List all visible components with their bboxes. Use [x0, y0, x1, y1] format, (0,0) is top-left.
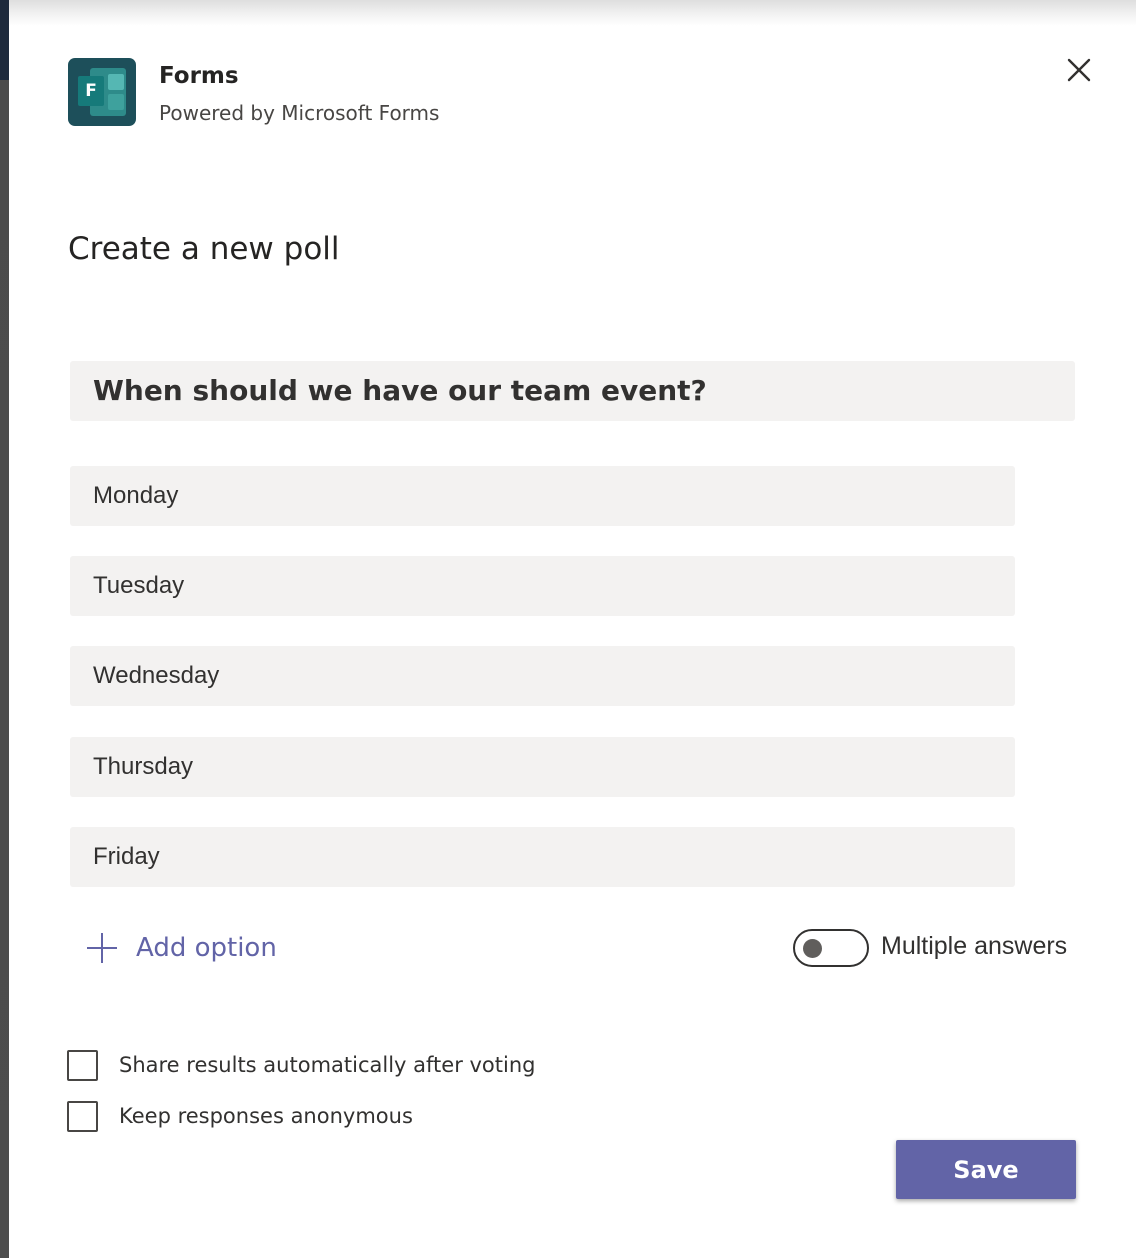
anonymous-label: Keep responses anonymous	[119, 1104, 413, 1128]
share-results-label: Share results automatically after voting	[119, 1053, 536, 1077]
microsoft-forms-icon: F	[68, 58, 136, 126]
toggle-knob	[803, 939, 822, 958]
background-window-edge	[0, 0, 9, 1258]
add-option-button[interactable]: Add option	[86, 930, 277, 966]
option-input-5[interactable]: Friday	[70, 827, 1015, 887]
plus-icon	[87, 933, 117, 963]
option-input-2[interactable]: Tuesday	[70, 556, 1015, 616]
anonymous-checkbox[interactable]	[67, 1100, 98, 1132]
app-name: Forms	[159, 63, 239, 89]
dialog-top-shadow	[9, 0, 1136, 26]
close-icon	[1067, 58, 1091, 82]
multiple-answers-label: Multiple answers	[881, 932, 1068, 960]
add-option-label: Add option	[136, 933, 277, 963]
forms-logo-letter: F	[78, 76, 104, 106]
option-input-4[interactable]: Thursday	[70, 737, 1015, 797]
app-subtitle: Powered by Microsoft Forms	[159, 101, 440, 125]
anonymous-setting: Keep responses anonymous	[67, 1100, 413, 1132]
close-button[interactable]	[1062, 53, 1096, 87]
option-input-3[interactable]: Wednesday	[70, 646, 1015, 706]
save-button[interactable]: Save	[896, 1140, 1076, 1199]
share-results-checkbox[interactable]	[67, 1049, 98, 1081]
question-input[interactable]: When should we have our team event?	[70, 361, 1075, 421]
share-results-setting: Share results automatically after voting	[67, 1049, 535, 1081]
page-title: Create a new poll	[68, 231, 340, 267]
option-input-1[interactable]: Monday	[70, 466, 1015, 526]
multiple-answers-toggle[interactable]	[793, 929, 869, 967]
